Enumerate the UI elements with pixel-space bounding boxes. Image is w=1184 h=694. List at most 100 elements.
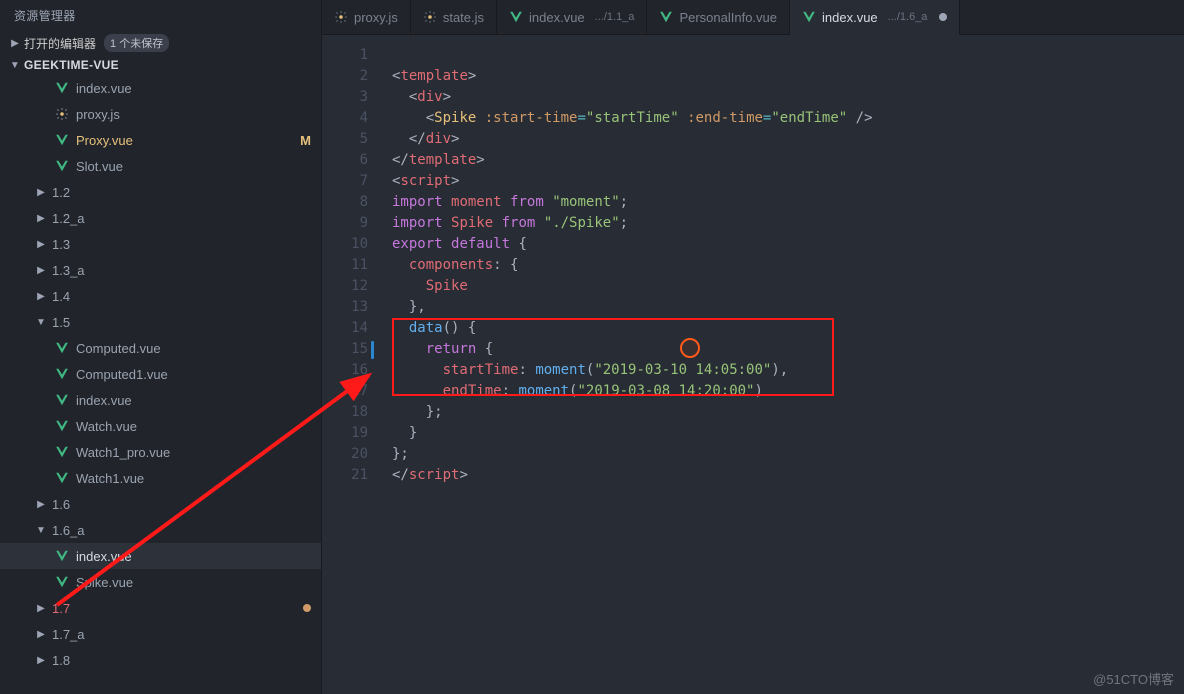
chevron-right-icon: ▶ — [36, 603, 46, 614]
chevron-right-icon: ▶ — [36, 213, 46, 224]
file-item[interactable]: Slot.vue — [0, 153, 321, 179]
folder-label: 1.7 — [52, 601, 291, 616]
code-editor[interactable]: 123456789101112131415161718192021 <templ… — [322, 35, 1184, 694]
js-settings-icon — [54, 107, 70, 121]
chevron-right-icon: ▶ — [36, 629, 46, 640]
chevron-down-icon: ▼ — [36, 317, 46, 328]
chevron-down-icon: ▼ — [36, 525, 46, 536]
unsaved-dot-icon — [939, 13, 947, 21]
file-label: Proxy.vue — [76, 133, 288, 148]
js-settings-icon — [423, 10, 437, 24]
file-label: Watch.vue — [76, 419, 311, 434]
file-item[interactable]: Watch1_pro.vue — [0, 439, 321, 465]
project-name: GEEKTIME-VUE — [24, 58, 119, 72]
file-item[interactable]: Computed1.vue — [0, 361, 321, 387]
folder-label: 1.7_a — [52, 627, 311, 642]
folder-item[interactable]: ▼ 1.5 — [0, 309, 321, 335]
vue-icon — [54, 133, 70, 147]
file-item[interactable]: Spike.vue — [0, 569, 321, 595]
tab-label: index.vue — [529, 10, 585, 25]
file-label: Spike.vue — [76, 575, 311, 590]
file-label: proxy.js — [76, 107, 311, 122]
folder-item[interactable]: ▶ 1.7 — [0, 595, 321, 621]
folder-item[interactable]: ▶ 1.7_a — [0, 621, 321, 647]
file-label: Watch1_pro.vue — [76, 445, 311, 460]
vue-icon — [54, 367, 70, 381]
explorer-sidebar: 资源管理器 ▶ 打开的编辑器 1 个未保存 ▼ GEEKTIME-VUE ind… — [0, 0, 322, 694]
file-label: index.vue — [76, 393, 311, 408]
vue-icon — [802, 10, 816, 24]
folder-item[interactable]: ▶ 1.3 — [0, 231, 321, 257]
tab-label: PersonalInfo.vue — [679, 10, 777, 25]
folder-item[interactable]: ▶ 1.4 — [0, 283, 321, 309]
editor-tabs[interactable]: proxy.js state.js index.vue.../1.1_a Person… — [322, 0, 1184, 35]
file-item[interactable]: Proxy.vue M — [0, 127, 321, 153]
folder-label: 1.3_a — [52, 263, 311, 278]
file-item[interactable]: index.vue — [0, 387, 321, 413]
file-item[interactable]: Computed.vue — [0, 335, 321, 361]
vue-icon — [54, 419, 70, 433]
tab-label: proxy.js — [354, 10, 398, 25]
tab-label: state.js — [443, 10, 484, 25]
code-content[interactable]: <template> <div> <Spike :start-time="sta… — [378, 35, 1184, 694]
git-modified-dot-icon — [303, 604, 311, 612]
editor-tab[interactable]: state.js — [411, 0, 497, 34]
folder-label: 1.2_a — [52, 211, 311, 226]
open-editors-label: 打开的编辑器 — [24, 35, 96, 52]
folder-item[interactable]: ▶ 1.6 — [0, 491, 321, 517]
editor-tab[interactable]: PersonalInfo.vue — [647, 0, 790, 34]
vue-icon — [54, 575, 70, 589]
vue-icon — [659, 10, 673, 24]
file-label: Watch1.vue — [76, 471, 311, 486]
vue-icon — [54, 341, 70, 355]
folder-item[interactable]: ▼1.6_a — [0, 517, 321, 543]
vue-icon — [54, 159, 70, 173]
line-number-gutter: 123456789101112131415161718192021 — [322, 35, 378, 694]
folder-label: 1.8 — [52, 653, 311, 668]
folder-label: 1.2 — [52, 185, 311, 200]
folder-label: 1.4 — [52, 289, 311, 304]
open-editors-section[interactable]: ▶ 打开的编辑器 1 个未保存 — [0, 31, 321, 55]
folder-item[interactable]: ▶ 1.2 — [0, 179, 321, 205]
editor-tab[interactable]: index.vue.../1.1_a — [497, 0, 647, 34]
folder-item[interactable]: ▶ 1.2_a — [0, 205, 321, 231]
folder-item[interactable]: ▶ 1.8 — [0, 647, 321, 673]
vue-icon — [54, 471, 70, 485]
chevron-right-icon: ▶ — [36, 265, 46, 276]
watermark: @51CTO博客 — [1093, 669, 1174, 688]
folder-label: 1.3 — [52, 237, 311, 252]
project-section[interactable]: ▼ GEEKTIME-VUE — [0, 55, 321, 75]
chevron-right-icon: ▶ — [36, 499, 46, 510]
file-label: index.vue — [76, 549, 311, 564]
file-item[interactable]: Watch1.vue — [0, 465, 321, 491]
chevron-right-icon: ▶ — [36, 239, 46, 250]
unsaved-badge: 1 个未保存 — [104, 34, 169, 52]
folder-item[interactable]: ▶ 1.3_a — [0, 257, 321, 283]
chevron-right-icon: ▶ — [36, 187, 46, 198]
vue-icon — [54, 549, 70, 563]
chevron-right-icon: ▶ — [36, 655, 46, 666]
tab-label: index.vue — [822, 10, 878, 25]
editor-area: proxy.js state.js index.vue.../1.1_a Person… — [322, 0, 1184, 694]
file-item[interactable]: index.vue — [0, 543, 321, 569]
tab-path: .../1.6_a — [888, 11, 928, 23]
vue-icon — [509, 10, 523, 24]
folder-label: 1.5 — [52, 315, 311, 330]
js-settings-icon — [334, 10, 348, 24]
editor-tab[interactable]: index.vue .../1.6_a — [790, 0, 960, 35]
vue-icon — [54, 393, 70, 407]
file-item[interactable]: Watch.vue — [0, 413, 321, 439]
git-status-badge: M — [300, 133, 311, 148]
file-label: index.vue — [76, 81, 311, 96]
chevron-right-icon: ▶ — [36, 291, 46, 302]
cursor-circle-annotation — [680, 338, 700, 358]
editor-tab[interactable]: proxy.js — [322, 0, 411, 34]
file-tree[interactable]: index.vueproxy.jsProxy.vueMSlot.vue▶1.2▶… — [0, 75, 321, 694]
file-label: Computed.vue — [76, 341, 311, 356]
file-item[interactable]: index.vue — [0, 75, 321, 101]
vue-icon — [54, 81, 70, 95]
chevron-right-icon: ▶ — [10, 38, 20, 49]
folder-label: 1.6 — [52, 497, 311, 512]
app-root: 资源管理器 ▶ 打开的编辑器 1 个未保存 ▼ GEEKTIME-VUE ind… — [0, 0, 1184, 694]
file-item[interactable]: proxy.js — [0, 101, 321, 127]
